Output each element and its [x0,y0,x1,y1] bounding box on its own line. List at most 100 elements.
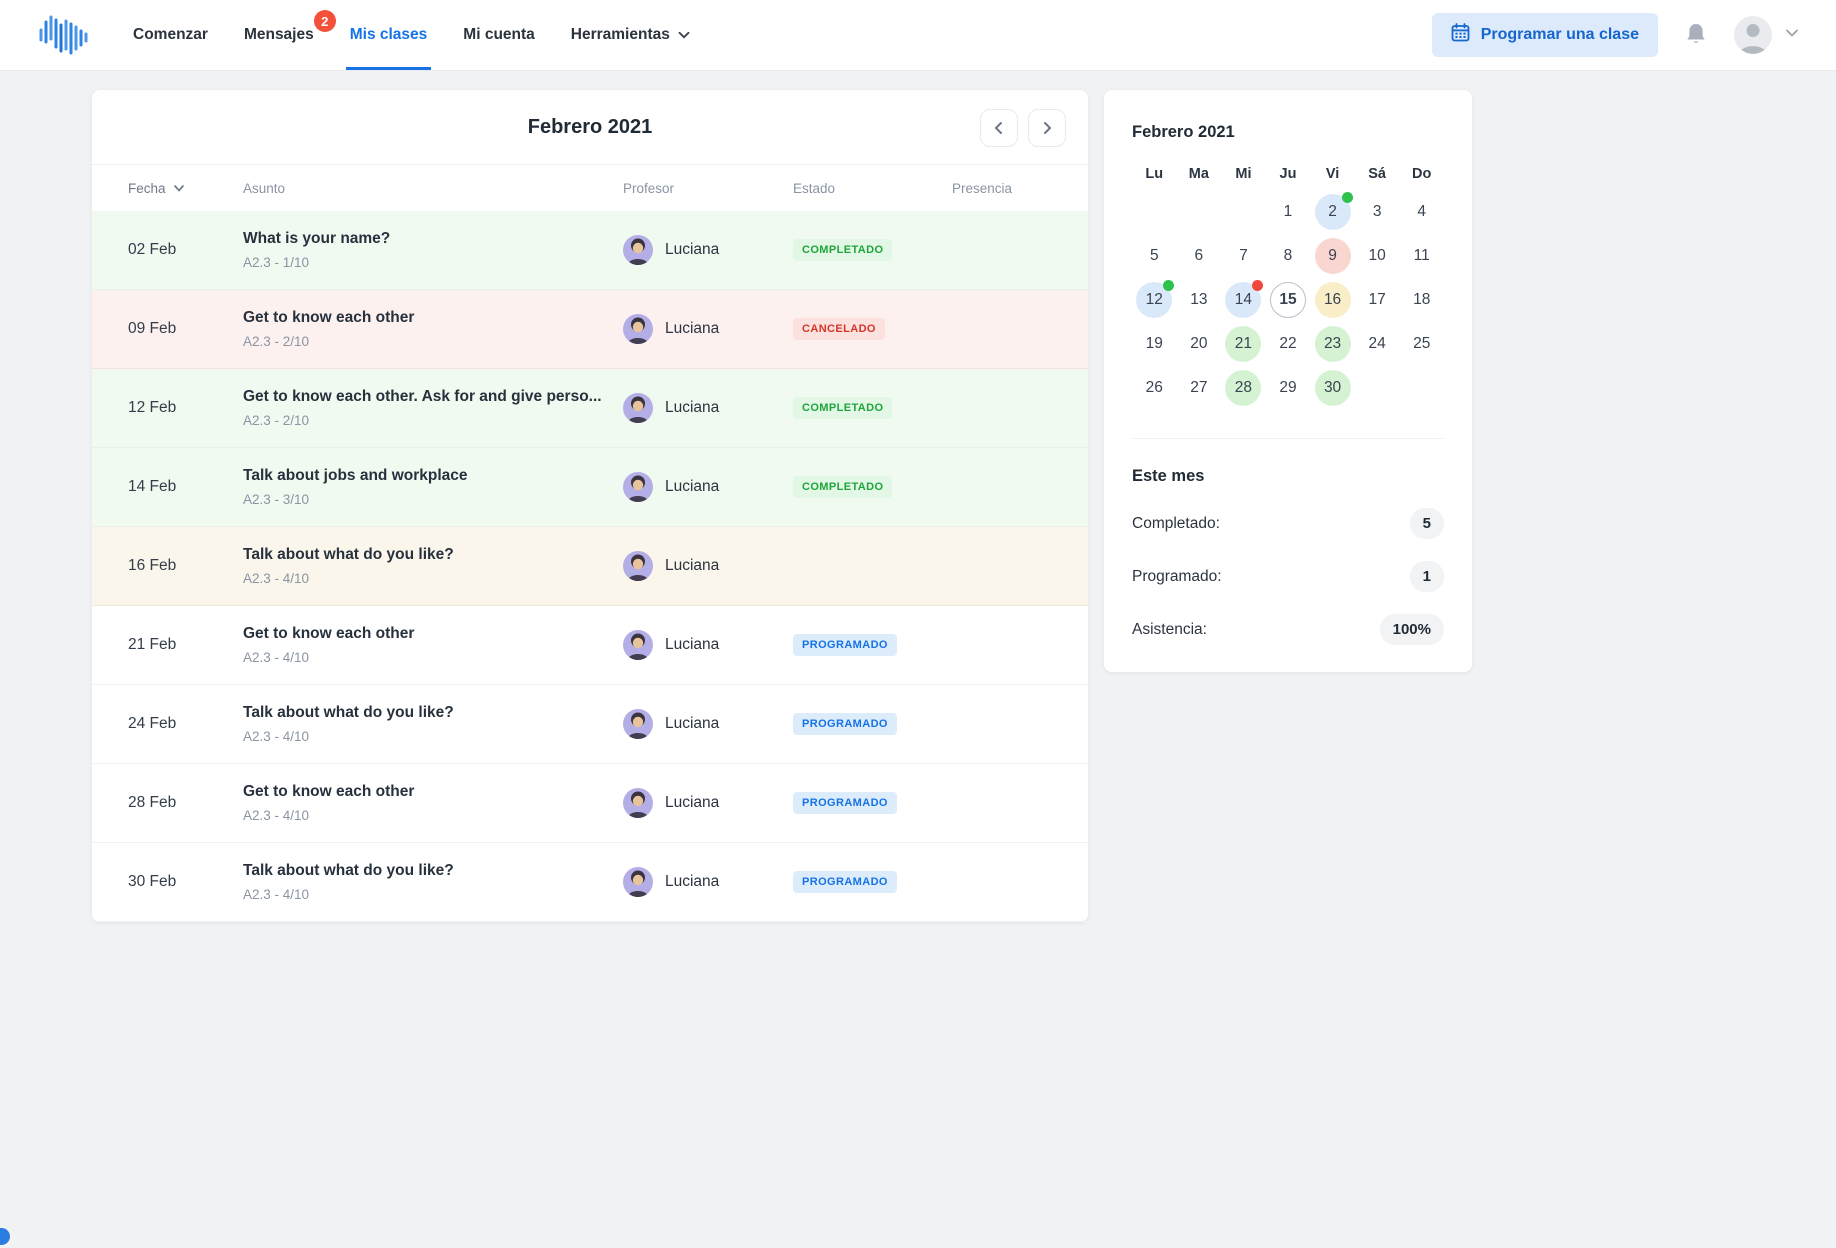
calendar-day[interactable]: 13 [1190,291,1207,309]
class-date: 14 Feb [128,478,243,496]
class-date: 02 Feb [128,241,243,259]
column-header-fecha-sort[interactable]: Fecha [128,181,243,196]
calendar-day-pending[interactable]: 16 [1315,282,1351,318]
nav-item-mis-clases[interactable]: Mis clases [332,0,446,70]
class-date: 09 Feb [128,320,243,338]
class-row[interactable]: 02 Feb What is your name? A2.3 - 1/10 Lu… [92,211,1088,290]
nav-item-herramientas[interactable]: Herramientas [553,0,709,70]
teacher-avatar [623,630,653,660]
nav-item-comenzar[interactable]: Comenzar [115,0,226,70]
teacher-name: Luciana [665,557,719,575]
calendar-day-number: 14 [1235,291,1252,309]
class-row[interactable]: 14 Feb Talk about jobs and workplace A2.… [92,448,1088,527]
status-badge: PROGRAMADO [793,792,897,814]
class-row[interactable]: 16 Feb Talk about what do you like? A2.3… [92,527,1088,606]
teacher-avatar [623,235,653,265]
chat-widget-sliver[interactable] [0,1228,10,1245]
weekday-label: Ma [1177,166,1222,182]
calendar-day[interactable]: 29 [1279,379,1296,397]
calendar-day[interactable]: 3 [1373,203,1382,221]
calendar-day[interactable]: 8 [1284,247,1293,265]
calendar-day[interactable]: 11 [1414,247,1430,265]
calendar-day-number: 21 [1235,335,1252,353]
teacher-avatar [623,788,653,818]
weekday-label: Sá [1355,166,1400,182]
calendar-day[interactable]: 17 [1369,291,1386,309]
schedule-class-button[interactable]: Programar una clase [1432,13,1658,57]
calendar-day-number: 12 [1146,291,1163,309]
classes-panel: Febrero 2021 Fecha Asunto Profesor Estad… [92,90,1088,922]
status-badge: CANCELADO [793,318,885,340]
calendar-day[interactable]: 26 [1146,379,1163,397]
calendar-panel: Febrero 2021 Lu Ma Mi Ju Vi Sá Do 1 2 3 … [1104,90,1472,672]
user-menu[interactable] [1734,16,1800,54]
previous-month-button[interactable] [980,109,1018,147]
class-subject: Get to know each other [243,783,623,801]
calendar-day[interactable]: 27 [1190,379,1207,397]
classes-panel-header: Febrero 2021 [92,90,1088,164]
status-badge: COMPLETADO [793,397,892,419]
calendar-month-title: Febrero 2021 [1132,123,1444,142]
calendar-day-event[interactable]: 2 [1315,194,1351,230]
calendar-day[interactable]: 1 [1284,203,1293,221]
calendar-day[interactable]: 7 [1239,247,1248,265]
calendar-day-scheduled[interactable]: 28 [1225,370,1261,406]
class-row[interactable]: 09 Feb Get to know each other A2.3 - 2/1… [92,290,1088,369]
class-row[interactable]: 30 Feb Talk about what do you like? A2.3… [92,843,1088,922]
class-level: A2.3 - 1/10 [243,255,623,270]
class-row[interactable]: 28 Feb Get to know each other A2.3 - 4/1… [92,764,1088,843]
calendar-day[interactable]: 22 [1279,335,1296,353]
calendar-day[interactable]: 5 [1150,247,1159,265]
calendar-day-scheduled[interactable]: 21 [1225,326,1261,362]
class-row[interactable]: 21 Feb Get to know each other A2.3 - 4/1… [92,606,1088,685]
class-row[interactable]: 12 Feb Get to know each other. Ask for a… [92,369,1088,448]
calendar-day-today[interactable]: 15 [1270,282,1306,318]
calendar-day[interactable]: 24 [1369,335,1386,353]
class-date: 16 Feb [128,557,243,575]
next-month-button[interactable] [1028,109,1066,147]
calendar-day[interactable]: 18 [1413,291,1430,309]
calendar-day-scheduled[interactable]: 30 [1315,370,1351,406]
teacher-cell: Luciana [623,235,793,265]
calendar-day[interactable]: 10 [1369,247,1386,265]
calendar-day[interactable]: 4 [1417,203,1426,221]
class-subject-cell: Talk about what do you like? A2.3 - 4/10 [243,862,623,902]
class-date: 24 Feb [128,715,243,733]
calendar-day-scheduled[interactable]: 23 [1315,326,1351,362]
teacher-cell: Luciana [623,393,793,423]
calendar-day-cancelled[interactable]: 9 [1315,238,1351,274]
missed-dot-red [1252,280,1263,291]
class-row[interactable]: 24 Feb Talk about what do you like? A2.3… [92,685,1088,764]
stat-row-completed: Completado: 5 [1132,508,1444,539]
class-date: 12 Feb [128,399,243,417]
nav-item-mi-cuenta[interactable]: Mi cuenta [445,0,552,70]
calendar-day[interactable]: 25 [1413,335,1430,353]
teacher-name: Luciana [665,636,719,654]
teacher-avatar [623,867,653,897]
nav-label: Comenzar [133,26,208,44]
calendar-day-event[interactable]: 12 [1136,282,1172,318]
class-subject-cell: Get to know each other. Ask for and give… [243,388,623,428]
attended-dot-green [1342,192,1353,203]
nav-label: Mensajes [244,26,314,44]
notifications-bell-icon[interactable] [1684,22,1708,48]
class-subject: Get to know each other [243,309,623,327]
teacher-cell: Luciana [623,867,793,897]
calendar-day[interactable]: 20 [1190,335,1207,353]
class-level: A2.3 - 4/10 [243,650,623,665]
class-subject-cell: Talk about what do you like? A2.3 - 4/10 [243,704,623,744]
weekday-label: Mi [1221,166,1266,182]
chevron-down-icon [1784,25,1800,46]
main-content: Febrero 2021 Fecha Asunto Profesor Estad… [0,71,1836,922]
month-pager [980,109,1066,147]
teacher-name: Luciana [665,873,719,891]
calendar-day-event[interactable]: 14 [1225,282,1261,318]
calendar-day[interactable]: 19 [1146,335,1163,353]
brand-logo[interactable] [33,9,95,61]
calendar-day-number: 9 [1328,247,1337,265]
column-header-estado: Estado [793,181,952,196]
nav-item-mensajes[interactable]: Mensajes 2 [226,0,332,70]
class-subject-cell: What is your name? A2.3 - 1/10 [243,230,623,270]
calendar-day[interactable]: 6 [1195,247,1204,265]
calendar-day-number: 15 [1279,291,1296,309]
